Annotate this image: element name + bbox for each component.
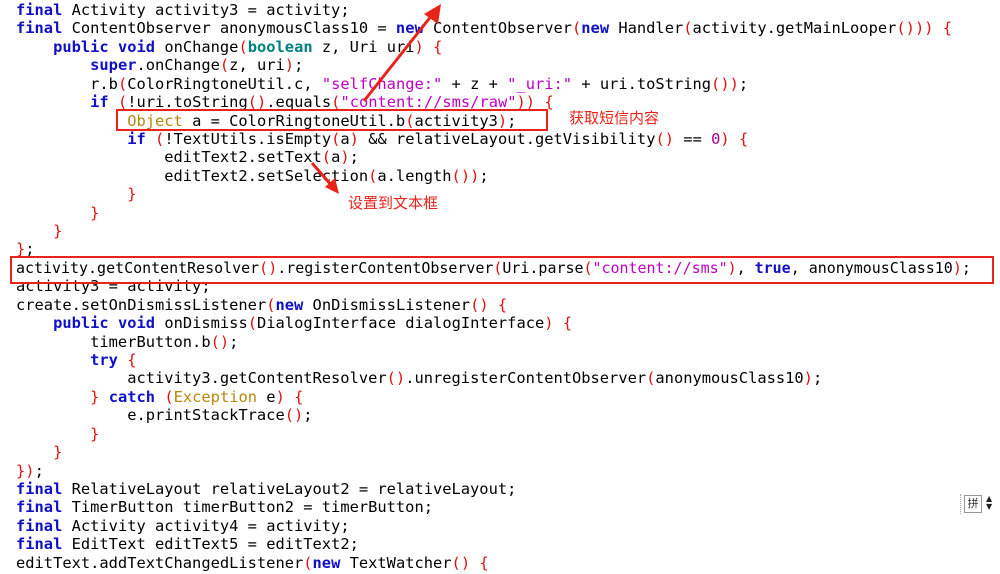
code-line: if (!TextUtils.isEmpty(a) && relativeLay…	[127, 129, 749, 148]
code-line: final ContentObserver anonymousClass10 =…	[16, 19, 953, 38]
code-line: super.onChange(z, uri);	[90, 56, 304, 75]
annotation-set-textbox: 设置到文本框	[348, 194, 439, 212]
code-line: }	[53, 443, 63, 462]
code-line: } catch (Exception e) {	[90, 387, 304, 406]
code-line: timerButton.b();	[16, 332, 239, 351]
code-line: r.b(ColorRingtoneUtil.c, "selfChange:" +…	[16, 74, 749, 93]
code-line: editText.addTextChangedListener(new Text…	[16, 553, 489, 572]
code-line: try {	[90, 351, 137, 370]
code-line: }	[90, 203, 100, 222]
code-editor[interactable]: final Activity activity3 = activity; fina…	[16, 1, 998, 572]
code-line: create.setOnDismissListener(new OnDismis…	[16, 295, 508, 314]
ime-divider	[960, 494, 962, 514]
annotation-get-sms: 获取短信内容	[569, 109, 660, 127]
code-line: final EditText editText5 = editText2;	[16, 535, 359, 554]
code-line: });	[16, 461, 44, 480]
code-line: editText2.setSelection(a.length());	[16, 166, 489, 185]
ime-pinyin-icon[interactable]: 拼	[964, 495, 982, 513]
code-line: }	[127, 185, 137, 204]
code-line: public void onDismiss(DialogInterface di…	[53, 314, 573, 333]
code-line: activity3.getContentResolver().unregiste…	[16, 369, 823, 388]
highlight-box-get-sms	[116, 109, 548, 131]
code-line: final Activity activity4 = activity;	[16, 516, 350, 535]
ime-updown-icon[interactable]: ▲ ▼	[986, 495, 992, 511]
code-line: final RelativeLayout relativeLayout2 = r…	[16, 479, 517, 498]
highlight-box-register-observer	[10, 256, 994, 284]
code-line: }	[53, 222, 63, 241]
code-line: editText2.setText(a);	[16, 148, 359, 167]
code-line: final TimerButton timerButton2 = timerBu…	[16, 498, 433, 517]
code-line: e.printStackTrace();	[16, 406, 313, 425]
code-line: }	[90, 424, 100, 443]
code-line: final Activity activity3 = activity;	[16, 1, 350, 19]
code-line: public void onChange(boolean z, Uri uri)…	[53, 37, 443, 56]
